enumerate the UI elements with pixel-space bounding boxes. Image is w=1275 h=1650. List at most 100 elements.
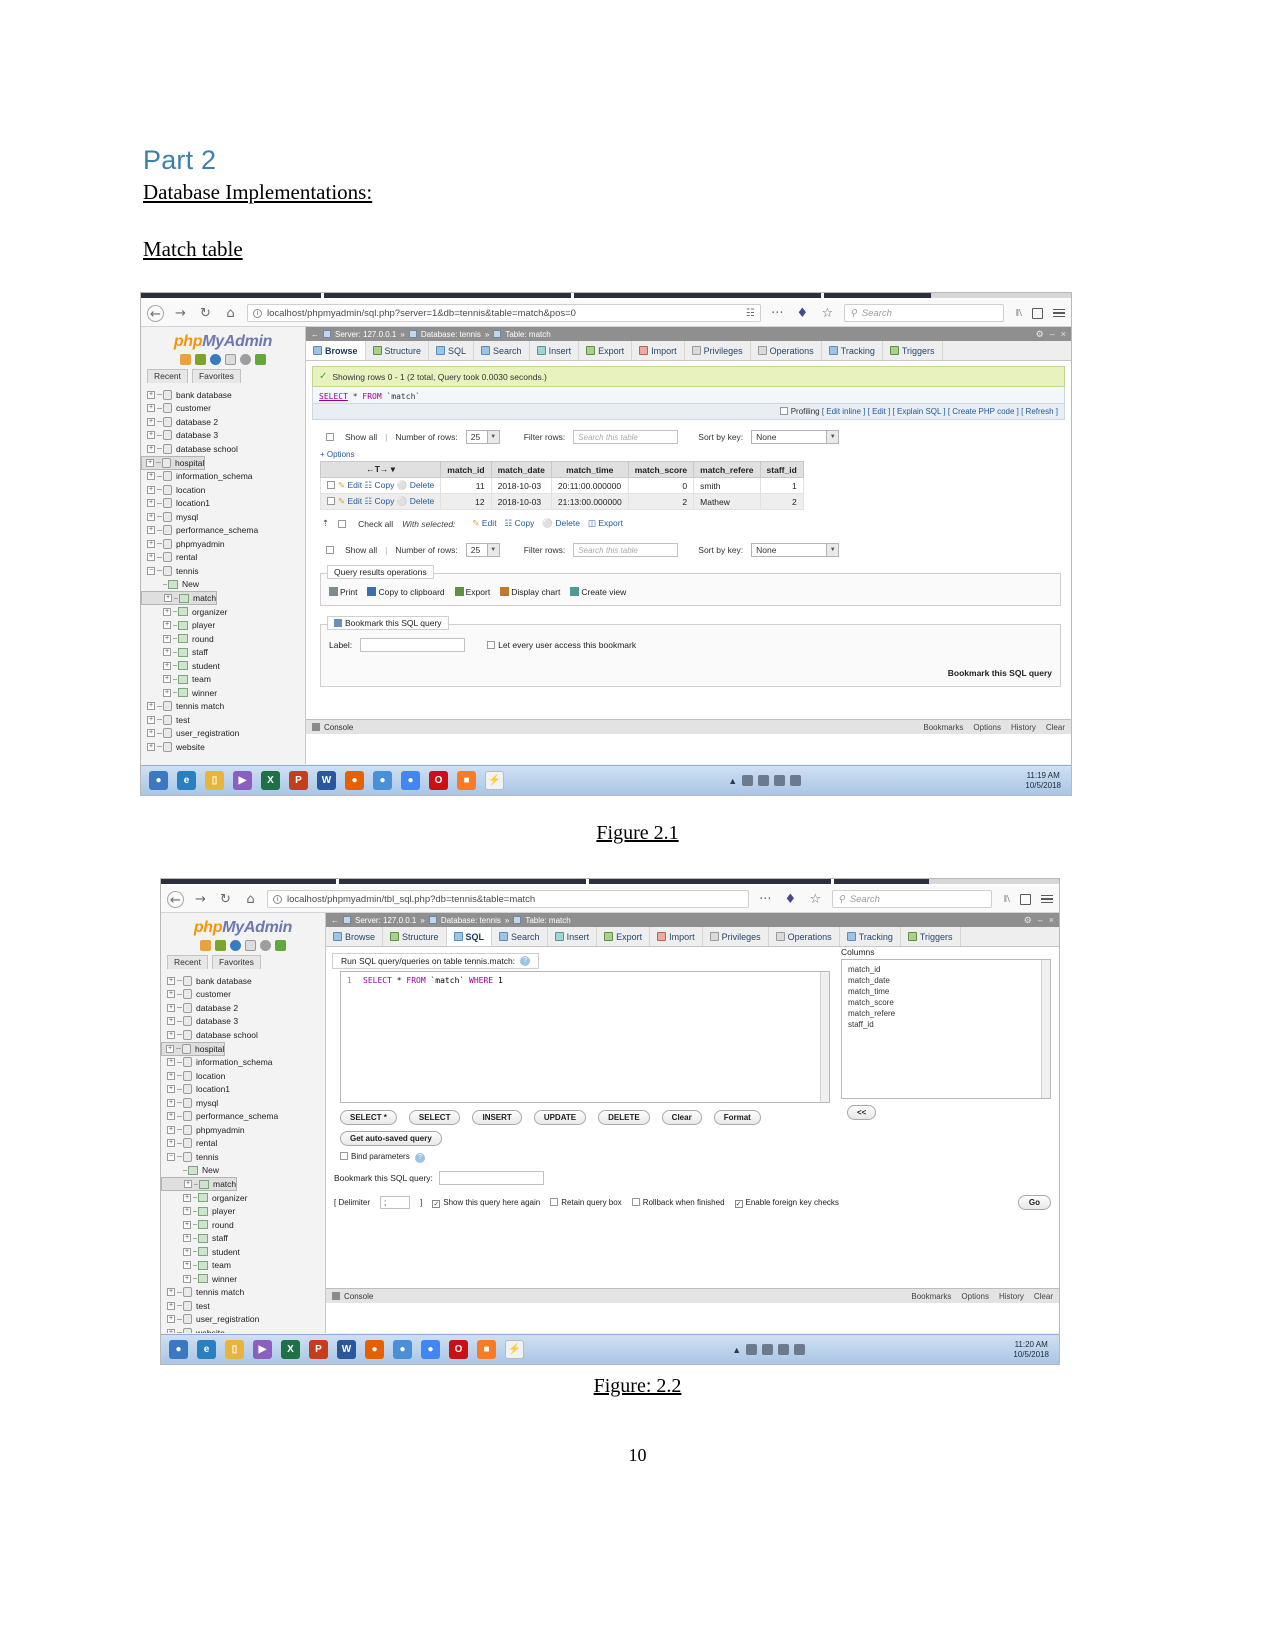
tray-network-icon[interactable] [774, 775, 786, 786]
foreign-key-checkbox[interactable]: ✓ [734, 1199, 743, 1208]
taskbar-start-icon[interactable]: ● [169, 1340, 188, 1359]
export-icon[interactable]: ◫ [588, 518, 596, 528]
table-row[interactable]: ✎ Edit ☷ Copy ⚪ Delete 11 2018-10-03 20:11:… [319, 477, 804, 494]
number-of-rows-select[interactable]: 25 ▼ [465, 430, 500, 444]
help-icon[interactable] [230, 940, 241, 951]
taskbar-xampp-icon[interactable]: ■ [457, 771, 476, 790]
edit-icon[interactable]: ✎ [338, 480, 345, 490]
expand-icon[interactable]: + [183, 1261, 191, 1270]
query-button-delete[interactable]: DELETE [598, 1110, 650, 1125]
table-node[interactable]: + player [141, 619, 305, 633]
row-actions[interactable]: ✎ Edit ☷ Copy ⚪ Delete [319, 477, 442, 494]
taskbar-xampp-icon[interactable]: ■ [477, 1340, 496, 1359]
console-bar[interactable]: Console Bookmarks Options History Clear [326, 1288, 1059, 1303]
filter-rows-input[interactable]: Search this table [573, 543, 679, 557]
library-icon[interactable]: ‖\ [1004, 893, 1010, 905]
forward-icon[interactable]: → [192, 891, 209, 908]
query-button-select[interactable]: SELECT [408, 1110, 461, 1125]
delimiter-input[interactable]: ; [380, 1196, 411, 1209]
menu-icon[interactable] [1053, 308, 1065, 318]
breadcrumb-database[interactable]: Database: tennis [421, 330, 481, 339]
db-node[interactable]: − tennis [161, 1150, 325, 1164]
home-icon[interactable] [180, 354, 191, 365]
expand-icon[interactable]: + [147, 485, 155, 494]
expand-icon[interactable]: + [167, 1017, 175, 1026]
console-link[interactable]: History [999, 1292, 1024, 1301]
exit-icon[interactable] [195, 354, 206, 365]
query-button-update[interactable]: UPDATE [533, 1110, 587, 1125]
edit-icon[interactable]: ✎ [338, 496, 345, 506]
taskbar-firefox-icon[interactable]: ● [345, 771, 364, 790]
reload-icon[interactable]: ↻ [197, 305, 214, 322]
taskbar-media-icon[interactable]: ▶ [233, 771, 252, 790]
expand-icon[interactable]: + [147, 539, 155, 548]
db-node[interactable]: + information_schema [161, 1056, 325, 1070]
favorites-tab[interactable]: Favorites [191, 369, 241, 383]
collapse-columns-button[interactable]: << [847, 1105, 877, 1120]
expand-icon[interactable]: + [147, 431, 155, 440]
query-link[interactable]: [ Edit ] [868, 407, 891, 416]
home-icon[interactable] [200, 940, 211, 951]
tray-volume-icon[interactable] [790, 775, 802, 786]
db-node[interactable]: + test [161, 1299, 325, 1313]
settings-icon[interactable] [240, 354, 251, 365]
retain-query-checkbox[interactable] [550, 1198, 559, 1206]
column-header[interactable]: match_time [550, 461, 629, 478]
db-node[interactable]: + hospital [141, 455, 206, 470]
console-links[interactable]: Bookmarks Options History Clear [923, 723, 1065, 732]
expand-icon[interactable]: + [163, 688, 171, 697]
expand-icon[interactable]: + [167, 1315, 175, 1324]
filter-rows-input[interactable]: Search this table [573, 430, 679, 444]
copy-icon[interactable]: ☷ [505, 518, 513, 528]
db-node[interactable]: + phpmyadmin [161, 1123, 325, 1137]
address-bar[interactable]: i localhost/phpmyadmin/tbl_sql.php?db=te… [267, 890, 749, 908]
help-icon[interactable] [210, 354, 221, 365]
console-link[interactable]: Bookmarks [923, 723, 963, 732]
query-link[interactable]: [ Refresh ] [1021, 407, 1058, 416]
console-icon[interactable] [245, 940, 256, 951]
chevron-down-icon[interactable]: ▼ [826, 431, 839, 443]
taskbar-word-icon[interactable]: W [337, 1340, 356, 1359]
with-selected-actions[interactable]: ✎ Edit ☷ Copy ⚪ Delete ◫ Export [464, 518, 623, 529]
taskbar-clock[interactable]: 11:19 AM 10/5/2018 [1025, 771, 1063, 791]
tray-expand-icon[interactable]: ▲ [732, 1345, 741, 1355]
expand-icon[interactable]: + [147, 526, 155, 535]
expand-icon[interactable]: + [147, 702, 155, 711]
taskbar-clock[interactable]: 11:20 AM 10/5/2018 [1013, 1340, 1051, 1360]
chevron-down-icon[interactable]: ▼ [486, 431, 499, 443]
query-link[interactable]: [ Create PHP code ] [948, 407, 1019, 416]
db-node[interactable]: + hospital [161, 1041, 226, 1056]
taskbar-powerpoint-icon[interactable]: P [309, 1340, 328, 1359]
forward-icon[interactable]: → [172, 305, 189, 322]
tab-insert[interactable]: Insert [530, 341, 580, 360]
db-node[interactable]: + customer [161, 988, 325, 1002]
expand-icon[interactable]: + [183, 1220, 191, 1229]
results-table[interactable]: ←T→ ▾ match_id match_date match_time match_s… [319, 461, 804, 510]
row-checkbox[interactable] [327, 497, 335, 505]
db-node[interactable]: + location1 [141, 497, 305, 511]
pma-tab-bar[interactable]: Browse Structure SQL Search Insert Export Impo… [326, 927, 1059, 947]
expand-icon[interactable]: + [183, 1234, 191, 1243]
db-node[interactable]: + performance_schema [141, 524, 305, 538]
expand-icon[interactable]: + [147, 444, 155, 453]
delete-link[interactable]: Delete [410, 480, 435, 490]
tab-search[interactable]: Search [492, 927, 548, 946]
console-bar[interactable]: Console Bookmarks Options History Clear [306, 719, 1071, 734]
windows-taskbar[interactable]: ● e ▯ ▶ X P W ● ● ● O ■ ⚡ ▲ 11:19 AM 10/… [141, 765, 1071, 795]
tab-export[interactable]: Export [579, 341, 633, 360]
shield-icon[interactable]: ♦ [794, 305, 811, 322]
search-input[interactable]: ⚲ Search [843, 304, 1004, 322]
site-info-icon[interactable]: i [273, 894, 282, 904]
query-action-links[interactable]: Profiling [ Edit inline ] [ Edit ] [ Exp… [312, 404, 1065, 420]
taskbar-chrome-icon[interactable]: ● [401, 771, 420, 790]
expand-icon[interactable]: + [166, 1044, 174, 1053]
table-node[interactable]: + organizer [141, 605, 305, 619]
results-controls-bottom[interactable]: Show all | Number of rows: 25 ▼ Filter r… [326, 543, 1071, 557]
sidebar-icon-row[interactable] [141, 354, 305, 365]
table-node[interactable]: + team [161, 1259, 325, 1273]
expand-icon[interactable]: + [163, 607, 171, 616]
tab-import[interactable]: Import [632, 341, 685, 360]
db-node[interactable]: + database 2 [141, 415, 305, 429]
console-link[interactable]: Clear [1046, 723, 1065, 732]
taskbar-ie-icon[interactable]: e [177, 771, 196, 790]
